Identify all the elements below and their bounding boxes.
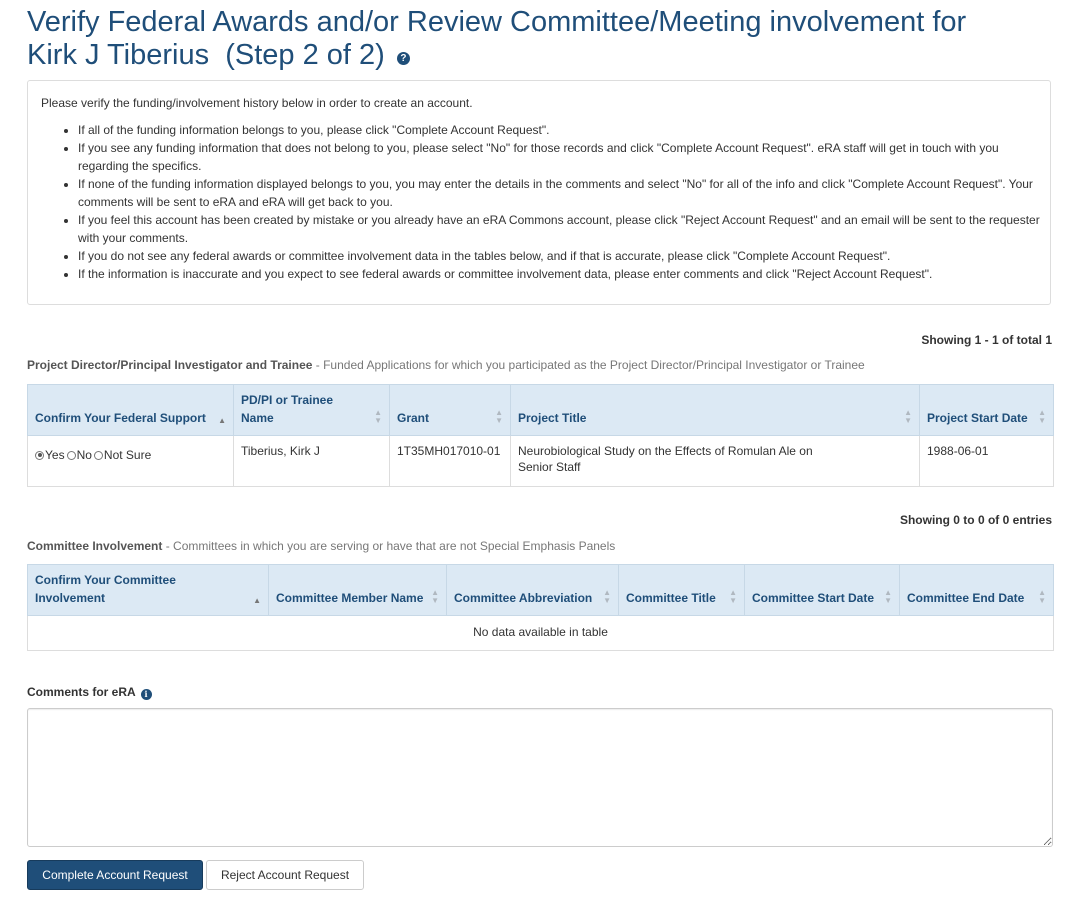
confirm-support-cell: Yes No Not Sure (27, 435, 234, 487)
complete-account-request-button[interactable]: Complete Account Request (27, 860, 203, 890)
instruction-item: If none of the funding information displ… (78, 175, 1041, 211)
column-header-committee-start-date[interactable]: Committee Start Date ▲ ▼ (744, 564, 900, 616)
radio-yes[interactable] (35, 450, 44, 460)
committee-caption-description: - Committees in which you are serving or… (162, 539, 616, 553)
pdpi-caption-title: Project Director/Principal Investigator … (27, 358, 313, 372)
sort-both-icon: ▲ ▼ (495, 408, 503, 425)
pdpi-caption-description: - Funded Applications for which you part… (312, 358, 865, 372)
committee-header-row: Confirm Your Committee Involvement ▲ Comm… (27, 564, 1054, 616)
pdpi-header-row: Confirm Your Federal Support ▲ PD/PI or T… (27, 384, 1054, 436)
radio-label-no[interactable]: No (77, 447, 92, 463)
pdpi-name-cell: Tiberius, Kirk J (233, 435, 390, 487)
info-icon[interactable]: i (140, 689, 152, 700)
pdpi-table: Confirm Your Federal Support ▲ PD/PI or T… (27, 384, 1054, 487)
comments-textarea[interactable] (27, 708, 1053, 847)
page-title-step: (Step 2 of 2) (225, 39, 385, 71)
empty-table-message: No data available in table (27, 615, 1054, 651)
sort-both-icon: ▲ ▼ (431, 588, 439, 605)
confirm-support-radio-group: Yes No Not Sure (35, 443, 226, 463)
column-header-confirm-committee[interactable]: Confirm Your Committee Involvement ▲ (27, 564, 269, 616)
committee-showing-count: Showing 0 to 0 of 0 entries (899, 513, 1052, 527)
project-title-cell: Neurobiological Study on the Effects of … (510, 435, 920, 487)
help-icon[interactable]: ? (396, 52, 410, 65)
instruction-item: If you do not see any federal awards or … (78, 247, 1041, 265)
column-header-committee-end-date[interactable]: Committee End Date ▲ ▼ (899, 564, 1054, 616)
sort-both-icon: ▲ ▼ (729, 588, 737, 605)
radio-not-sure[interactable] (93, 450, 103, 460)
instruction-item: If you see any funding information that … (78, 139, 1041, 175)
sort-both-icon: ▲ ▼ (1038, 588, 1046, 605)
instruction-item: If you feel this account has been create… (78, 211, 1041, 247)
table-row-empty: No data available in table (27, 615, 1054, 651)
radio-no[interactable] (66, 450, 76, 460)
project-start-date-cell: 1988-06-01 (919, 435, 1054, 487)
committee-section-caption: Committee Involvement - Committees in wh… (27, 539, 615, 553)
sort-asc-icon: ▲ (218, 416, 226, 425)
sort-both-icon: ▲ ▼ (904, 408, 912, 425)
column-header-grant[interactable]: Grant ▲ ▼ (389, 384, 511, 436)
grant-cell: 1T35MH017010-01 (389, 435, 511, 487)
reject-account-request-button[interactable]: Reject Account Request (206, 860, 364, 890)
table-row: Yes No Not Sure Tiberius, Kirk J 1T35MH0… (27, 435, 1054, 487)
radio-label-not-sure[interactable]: Not Sure (104, 447, 151, 463)
column-header-committee-title[interactable]: Committee Title ▲ ▼ (618, 564, 745, 616)
column-header-pdpi-name[interactable]: PD/PI or Trainee Name ▲ ▼ (233, 384, 390, 436)
sort-both-icon: ▲ ▼ (374, 408, 382, 425)
column-header-confirm-support[interactable]: Confirm Your Federal Support ▲ (27, 384, 234, 436)
radio-label-yes[interactable]: Yes (45, 447, 65, 463)
column-header-committee-abbreviation[interactable]: Committee Abbreviation ▲ ▼ (446, 564, 619, 616)
page-title-line1: Verify Federal Awards and/or Review Comm… (27, 6, 967, 38)
instruction-item: If the information is inaccurate and you… (78, 265, 1041, 283)
page-title-name: Kirk J Tiberius (27, 39, 210, 71)
sort-asc-icon: ▲ (253, 596, 261, 605)
column-header-project-start-date[interactable]: Project Start Date ▲ ▼ (919, 384, 1054, 436)
column-header-project-title[interactable]: Project Title ▲ ▼ (510, 384, 920, 436)
instructions-list: If all of the funding information belong… (41, 121, 1041, 283)
instruction-item: If all of the funding information belong… (78, 121, 1041, 139)
instructions-panel: Please verify the funding/involvement hi… (27, 80, 1051, 305)
sort-both-icon: ▲ ▼ (884, 588, 892, 605)
instructions-intro: Please verify the funding/involvement hi… (41, 96, 473, 110)
pdpi-section-caption: Project Director/Principal Investigator … (27, 358, 865, 372)
sort-both-icon: ▲ ▼ (603, 588, 611, 605)
pdpi-showing-count: Showing 1 - 1 of total 1 (921, 333, 1052, 347)
page-title: Verify Federal Awards and/or Review Comm… (27, 6, 1057, 72)
committee-caption-title: Committee Involvement (27, 539, 163, 553)
comments-label: Comments for eRA i (27, 685, 152, 700)
committee-table: Confirm Your Committee Involvement ▲ Comm… (27, 564, 1054, 651)
sort-both-icon: ▲ ▼ (1038, 408, 1046, 425)
column-header-committee-member-name[interactable]: Committee Member Name ▲ ▼ (268, 564, 447, 616)
